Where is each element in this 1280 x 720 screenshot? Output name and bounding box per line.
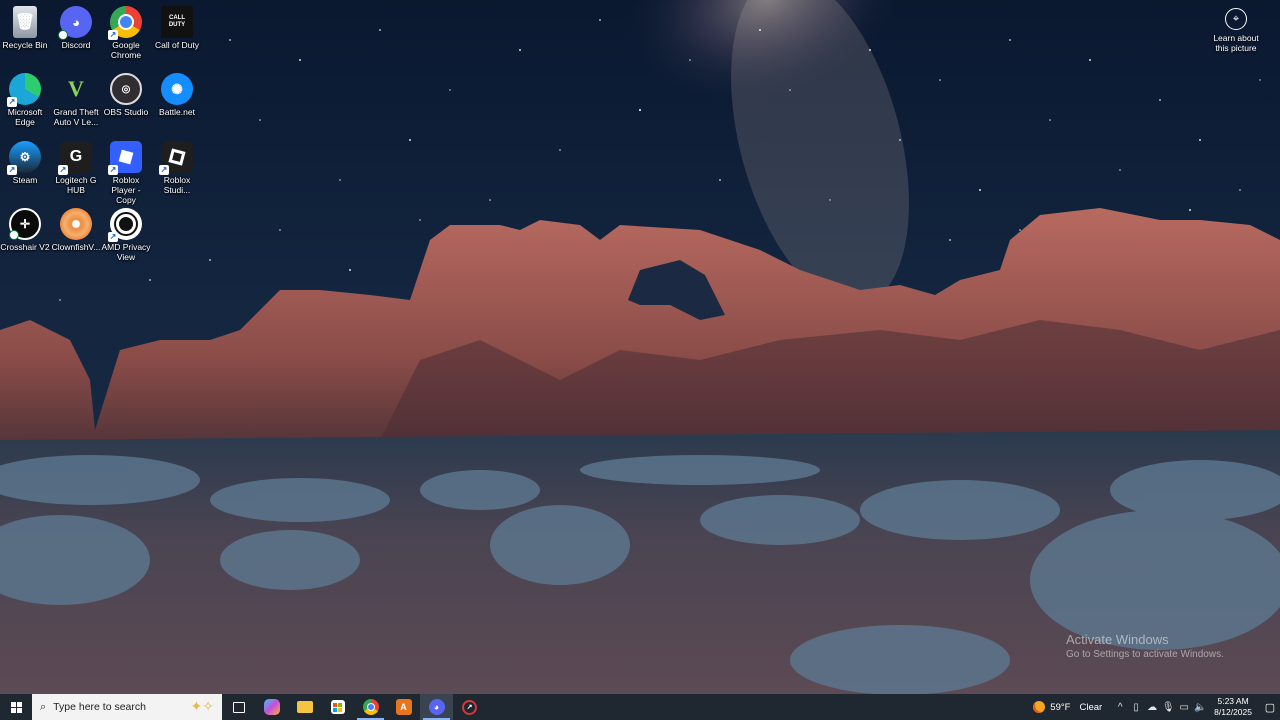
- system-tray: 59°F Clear ^ ▯ ☁ 🎙 ▭ 🔈 5:23 AM 8/12/2025…: [1033, 694, 1280, 720]
- shortcut-arrow-icon: ↗: [7, 165, 17, 175]
- desktop-icon-google-chrome[interactable]: ↗ Google Chrome: [101, 2, 151, 60]
- search-icon: ⌕: [40, 700, 47, 713]
- shortcut-arrow-icon: ↗: [7, 97, 17, 107]
- folder-icon: [296, 701, 313, 713]
- desktop-icon-call-of-duty[interactable]: CALL DUTY Call of Duty: [152, 2, 202, 50]
- sync-status-icon: [58, 30, 68, 40]
- steam-icon: ⚙ ↗: [7, 141, 41, 175]
- phone-link-icon[interactable]: ▯: [1128, 702, 1144, 713]
- desktop-icon-battlenet[interactable]: ✺ Battle.net: [152, 69, 202, 117]
- battlenet-icon: ✺: [161, 73, 193, 105]
- taskbar-chrome[interactable]: [354, 694, 387, 720]
- activation-subtitle: Go to Settings to activate Windows.: [1066, 649, 1224, 660]
- shortcut-arrow-icon: ↗: [108, 30, 118, 40]
- amd-privacy-icon: ↗: [108, 208, 142, 242]
- taskbar-microsoft-store[interactable]: [321, 694, 354, 720]
- chrome-icon: [362, 699, 379, 715]
- obs-icon: ◎: [110, 73, 142, 105]
- windows-logo-icon: [10, 701, 22, 713]
- clownfish-icon: [60, 208, 92, 240]
- cloud-sync-icon[interactable]: ☁: [1144, 702, 1160, 713]
- shortcut-arrow-icon: ↗: [108, 232, 118, 242]
- weather-temp: 59°F: [1050, 701, 1071, 713]
- roblox-studio-icon: ↗: [159, 141, 193, 175]
- activation-title: Activate Windows: [1066, 632, 1169, 647]
- discord-icon: ◕: [58, 6, 92, 40]
- desktop-icon-recycle-bin[interactable]: 🗑 Recycle Bin: [0, 2, 50, 50]
- desktop-icon-roblox-player[interactable]: ↗ Roblox Player - Copy: [101, 137, 151, 205]
- shortcut-arrow-icon: ↗: [159, 165, 169, 175]
- roblox-player-icon: ↗: [108, 141, 142, 175]
- store-icon: [330, 700, 345, 714]
- desktop-icon-amd-privacy-view[interactable]: ↗ AMD Privacy View: [101, 204, 151, 262]
- gta-v-icon: V: [68, 76, 84, 101]
- orange-a-icon: A: [395, 699, 412, 715]
- desktop-icon-discord[interactable]: ◕ Discord: [51, 2, 101, 50]
- weather-moon-icon: [1033, 701, 1046, 713]
- desktop-icon-roblox-studio[interactable]: ↗ Roblox Studi...: [152, 137, 202, 195]
- sync-status-icon: [9, 230, 19, 240]
- activation-watermark: Activate Windows Go to Settings to activ…: [1066, 632, 1224, 660]
- weather-condition: Clear: [1079, 701, 1103, 713]
- desktop-icon-microsoft-edge[interactable]: ↗ Microsoft Edge: [0, 69, 50, 127]
- network-icon[interactable]: ▭: [1176, 702, 1192, 713]
- search-highlight-icon: ✦✧: [190, 698, 214, 714]
- weather-widget[interactable]: 59°F Clear: [1033, 701, 1102, 713]
- speedometer-icon: ↗: [462, 699, 477, 715]
- taskbar-discord[interactable]: ◕: [420, 694, 453, 720]
- desktop-icon-clownfish[interactable]: ClownfishV...: [51, 204, 101, 252]
- search-placeholder: Type here to search: [53, 701, 146, 713]
- taskbar-orange-app[interactable]: A: [387, 694, 420, 720]
- start-button[interactable]: [0, 694, 32, 720]
- discord-icon: ◕: [428, 699, 445, 715]
- call-of-duty-icon: CALL DUTY: [161, 6, 193, 38]
- taskbar: ⌕ Type here to search ✦✧ A ◕ ↗ 59°F Clea…: [0, 694, 1280, 720]
- taskbar-search-box[interactable]: ⌕ Type here to search ✦✧: [32, 694, 222, 720]
- chrome-icon: ↗: [108, 6, 142, 40]
- learn-about-picture-button[interactable]: ⌖ Learn about this picture: [1206, 8, 1266, 53]
- recycle-bin-icon: 🗑: [13, 6, 37, 38]
- taskbar-file-explorer[interactable]: [288, 694, 321, 720]
- taskbar-speedometer-app[interactable]: ↗: [453, 694, 486, 720]
- task-view-icon: [232, 701, 245, 713]
- taskbar-copilot[interactable]: [255, 694, 288, 720]
- desktop-icon-steam[interactable]: ⚙ ↗ Steam: [0, 137, 50, 185]
- notification-center-icon[interactable]: ▢: [1260, 701, 1280, 714]
- shortcut-arrow-icon: ↗: [108, 165, 118, 175]
- desktop-icon-crosshair-v2[interactable]: ✛ Crosshair V2: [0, 204, 50, 252]
- desktop-icon-logitech-g-hub[interactable]: G ↗ Logitech G HUB: [51, 137, 101, 195]
- desktop-icon-gta-v[interactable]: V Grand Theft Auto V Le...: [51, 69, 101, 127]
- desktop-icon-obs-studio[interactable]: ◎ OBS Studio: [101, 69, 151, 117]
- clock-date: 8/12/2025: [1214, 707, 1252, 717]
- clock-time: 5:23 AM: [1217, 696, 1249, 706]
- shortcut-arrow-icon: ↗: [58, 165, 68, 175]
- copilot-icon: [263, 699, 280, 715]
- task-view-button[interactable]: [222, 694, 255, 720]
- microphone-icon[interactable]: 🎙: [1160, 702, 1176, 713]
- volume-icon[interactable]: 🔈: [1192, 702, 1208, 713]
- show-hidden-icons-chevron-icon[interactable]: ^: [1112, 702, 1128, 713]
- edge-icon: ↗: [7, 73, 41, 107]
- logitech-g-icon: G ↗: [58, 141, 92, 175]
- taskbar-clock[interactable]: 5:23 AM 8/12/2025: [1214, 696, 1252, 718]
- crosshair-icon: ✛: [9, 208, 41, 240]
- camera-info-icon: ⌖: [1225, 8, 1247, 30]
